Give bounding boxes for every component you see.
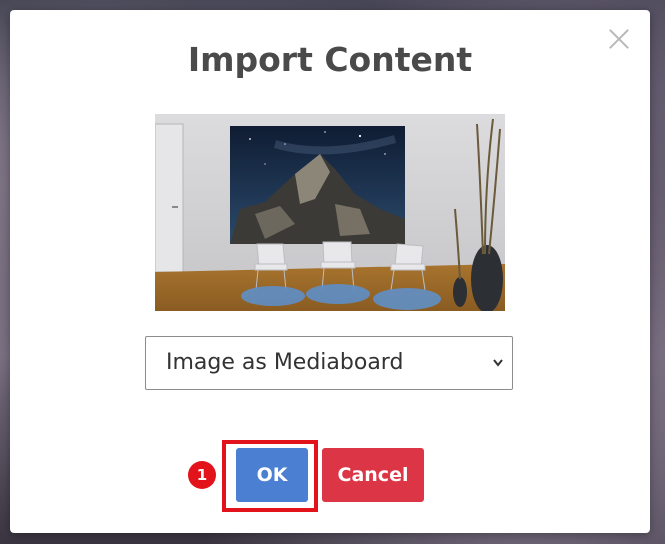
ok-button[interactable]: OK [236,448,308,502]
cancel-button[interactable]: Cancel [322,448,424,502]
chevron-down-icon [493,359,503,367]
import-type-select[interactable]: Image as Mediaboard [145,336,513,390]
preview-image [155,114,505,311]
select-value: Image as Mediaboard [166,350,404,375]
dialog-title: Import Content [187,40,473,79]
import-content-dialog: Import Content Image as Mediaboard 1 OK … [10,10,650,533]
callout-badge: 1 [188,461,216,489]
